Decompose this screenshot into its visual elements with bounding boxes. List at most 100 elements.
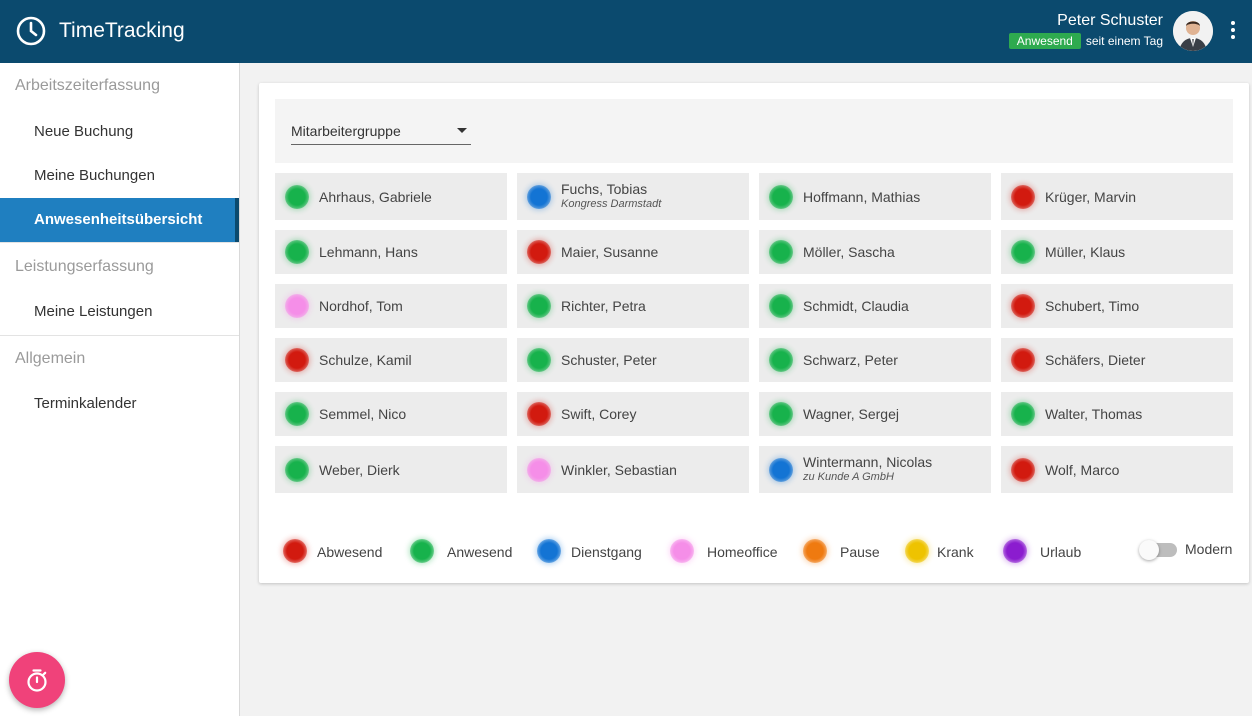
employee-tile[interactable]: Müller, Klaus bbox=[1001, 230, 1233, 274]
employee-name: Schwarz, Peter bbox=[803, 352, 898, 368]
employee-tile[interactable]: Schwarz, Peter bbox=[759, 338, 991, 382]
employee-group-select[interactable]: Mitarbeitergruppe bbox=[291, 119, 471, 145]
sidebar-item-terminkalender[interactable]: Terminkalender bbox=[0, 382, 239, 426]
legend-item: Anwesend bbox=[402, 537, 522, 563]
legend-label: Homeoffice bbox=[707, 544, 778, 560]
sidebar-item-neue-buchung[interactable]: Neue Buchung bbox=[0, 110, 239, 154]
employee-name: Schäfers, Dieter bbox=[1045, 352, 1146, 368]
status-legend: Modern Abwesend Anwesend Dienstgang Homeoff… bbox=[275, 535, 1233, 565]
legend-label: Pause bbox=[840, 544, 880, 560]
employee-name: Schmidt, Claudia bbox=[803, 298, 909, 314]
status-dot bbox=[527, 348, 551, 372]
select-label: Mitarbeitergruppe bbox=[291, 123, 401, 139]
employee-tile[interactable]: Lehmann, Hans bbox=[275, 230, 507, 274]
sidebar-item-anwesenheitsuebersicht[interactable]: Anwesenheitsübersicht bbox=[0, 198, 239, 242]
employee-name: Weber, Dierk bbox=[319, 461, 400, 478]
legend-dot bbox=[410, 539, 434, 563]
status-dot bbox=[285, 184, 309, 209]
status-dot bbox=[769, 184, 793, 209]
status-dot bbox=[1011, 240, 1035, 264]
status-dot bbox=[769, 348, 793, 372]
employee-tile[interactable]: Möller, Sascha bbox=[759, 230, 991, 274]
sidebar-heading-allgemein: Allgemein bbox=[15, 350, 86, 367]
user-status: Anwesend seit einem Tag bbox=[1008, 33, 1163, 49]
employee-tile[interactable]: Wolf, Marco bbox=[1001, 446, 1233, 493]
employee-tile[interactable]: Walter, Thomas bbox=[1001, 392, 1233, 436]
employee-name: Krüger, Marvin bbox=[1045, 188, 1137, 205]
sidebar-item-meine-leistungen[interactable]: Meine Leistungen bbox=[0, 290, 239, 334]
sidebar: Arbeitszeiterfassung Neue Buchung Meine … bbox=[0, 63, 240, 716]
more-vert-icon[interactable] bbox=[1225, 20, 1241, 42]
legend-label: Anwesend bbox=[447, 544, 513, 560]
employee-name: Wintermann, Nicolas bbox=[803, 454, 933, 470]
status-dot bbox=[285, 294, 309, 318]
avatar[interactable] bbox=[1173, 11, 1213, 51]
employee-tile[interactable]: Schäfers, Dieter bbox=[1001, 338, 1233, 382]
employee-name: Wagner, Sergej bbox=[803, 406, 899, 422]
employee-tile[interactable]: Schmidt, Claudia bbox=[759, 284, 991, 328]
sidebar-divider bbox=[0, 335, 239, 336]
chevron-down-icon bbox=[457, 128, 467, 133]
employee-tile[interactable]: Hoffmann, Mathias bbox=[759, 173, 991, 220]
employee-tile[interactable]: Swift, Corey bbox=[517, 392, 749, 436]
toggle-label: Modern bbox=[1185, 541, 1233, 557]
employee-name: Wolf, Marco bbox=[1045, 461, 1120, 478]
employee-name: Maier, Susanne bbox=[561, 244, 659, 260]
employee-name: Walter, Thomas bbox=[1045, 406, 1143, 422]
app-header: TimeTracking Peter Schuster Anwesend sei… bbox=[0, 0, 1252, 63]
status-dot bbox=[1011, 457, 1035, 482]
status-dot bbox=[285, 457, 309, 482]
legend-item: Dienstgang bbox=[529, 537, 649, 563]
avatar-image bbox=[1173, 11, 1213, 51]
employee-name: Hoffmann, Mathias bbox=[803, 188, 921, 205]
status-dot bbox=[527, 184, 551, 209]
employee-tile[interactable]: Wintermann, Nicolas zu Kunde A GmbH bbox=[759, 446, 991, 493]
employee-tile[interactable]: Nordhof, Tom bbox=[275, 284, 507, 328]
employee-tile[interactable]: Ahrhaus, Gabriele bbox=[275, 173, 507, 220]
user-name: Peter Schuster bbox=[1057, 12, 1163, 29]
employee-tile[interactable]: Winkler, Sebastian bbox=[517, 446, 749, 493]
employee-name: Nordhof, Tom bbox=[319, 298, 403, 314]
status-dot bbox=[769, 240, 793, 264]
status-dot bbox=[769, 457, 793, 482]
status-dot bbox=[769, 294, 793, 318]
employee-tile[interactable]: Krüger, Marvin bbox=[1001, 173, 1233, 220]
status-dot bbox=[285, 402, 309, 426]
employee-tile[interactable]: Richter, Petra bbox=[517, 284, 749, 328]
status-dot bbox=[527, 294, 551, 318]
employee-tile[interactable]: Wagner, Sergej bbox=[759, 392, 991, 436]
legend-item: Abwesend bbox=[275, 537, 395, 563]
employee-name: Semmel, Nico bbox=[319, 406, 407, 422]
employee-tile[interactable]: Schubert, Timo bbox=[1001, 284, 1233, 328]
legend-dot bbox=[905, 539, 929, 563]
legend-dot bbox=[537, 539, 561, 563]
employee-name: Fuchs, Tobias bbox=[561, 181, 648, 197]
employee-name: Lehmann, Hans bbox=[319, 244, 418, 260]
legend-item: Homeoffice bbox=[662, 537, 782, 563]
legend-item: Urlaub bbox=[995, 537, 1115, 563]
employee-tile[interactable]: Weber, Dierk bbox=[275, 446, 507, 493]
status-badge: Anwesend bbox=[1008, 33, 1081, 49]
employee-name: Ahrhaus, Gabriele bbox=[319, 188, 432, 205]
legend-label: Abwesend bbox=[317, 544, 383, 560]
stopwatch-icon bbox=[27, 669, 47, 692]
employee-tile[interactable]: Schuster, Peter bbox=[517, 338, 749, 382]
status-dot bbox=[769, 402, 793, 426]
employee-name: Schulze, Kamil bbox=[319, 352, 412, 368]
status-dot bbox=[285, 348, 309, 372]
status-dot bbox=[285, 240, 309, 264]
legend-dot bbox=[1003, 539, 1027, 563]
filter-bar: Mitarbeitergruppe bbox=[275, 99, 1233, 163]
employee-tile[interactable]: Semmel, Nico bbox=[275, 392, 507, 436]
employee-tile[interactable]: Fuchs, Tobias Kongress Darmstadt bbox=[517, 173, 749, 220]
employee-tile[interactable]: Maier, Susanne bbox=[517, 230, 749, 274]
legend-dot bbox=[803, 539, 827, 563]
employee-tile[interactable]: Schulze, Kamil bbox=[275, 338, 507, 382]
sidebar-item-meine-buchungen[interactable]: Meine Buchungen bbox=[0, 154, 239, 198]
legend-dot bbox=[283, 539, 307, 563]
employee-name: Müller, Klaus bbox=[1045, 244, 1126, 260]
toggle-knob bbox=[1139, 540, 1159, 560]
sidebar-heading-arbeitszeiterfassung: Arbeitszeiterfassung bbox=[15, 77, 160, 94]
stopwatch-button[interactable] bbox=[9, 652, 65, 708]
modern-toggle[interactable] bbox=[1139, 540, 1177, 560]
